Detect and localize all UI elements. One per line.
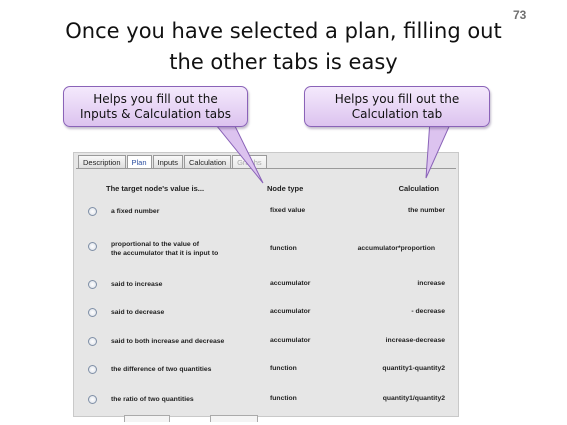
callout-calculation: Helps you fill out the Calculation tab <box>304 86 490 127</box>
callout-2-line-1: Helps you fill out the <box>334 92 460 106</box>
callout-1-pointer <box>210 119 264 184</box>
callout-1-line-2: Inputs & Calculation tabs <box>80 107 231 121</box>
callout-inputs-calculation: Helps you fill out the Inputs & Calculat… <box>63 86 248 127</box>
callout-1-line-1: Helps you fill out the <box>93 92 218 106</box>
callout-pointers <box>210 119 453 184</box>
callout-2-line-2: Calculation tab <box>351 107 443 121</box>
callout-2-pointer <box>425 119 453 179</box>
